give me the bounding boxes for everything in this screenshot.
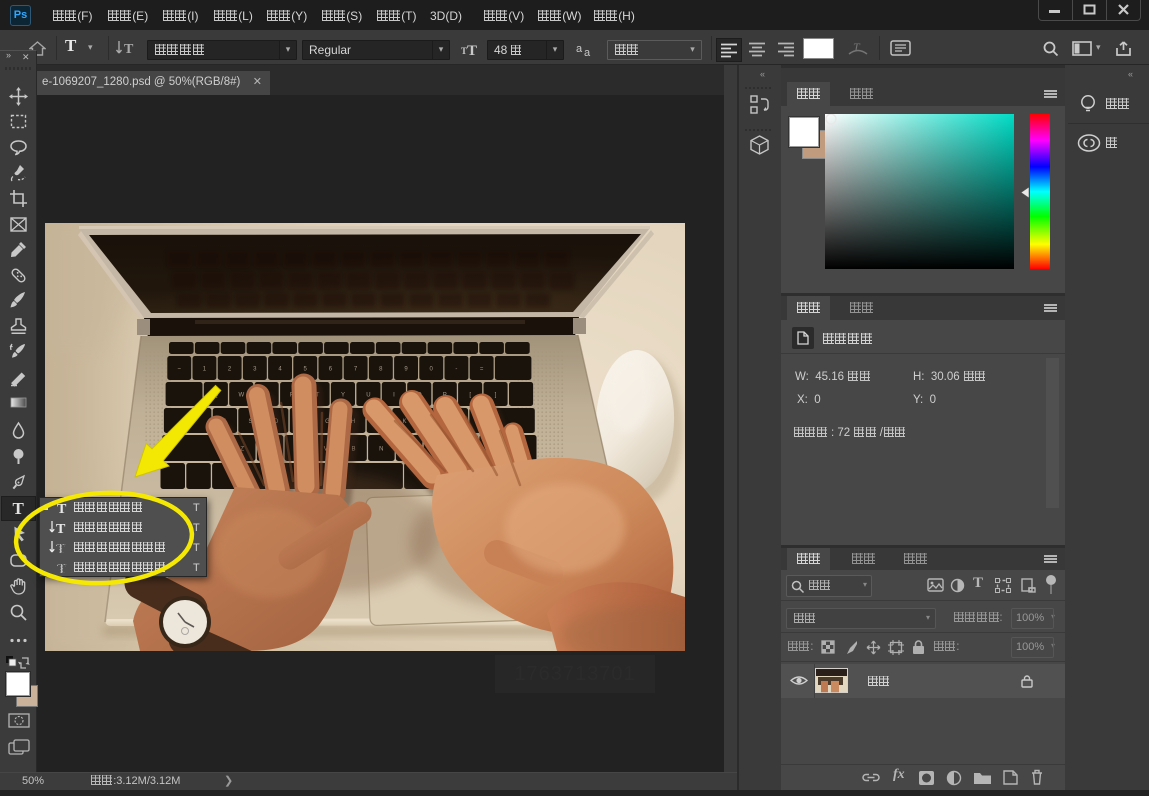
svg-text:a: a [576, 43, 583, 55]
svg-text:T: T [57, 502, 67, 515]
svg-text:T: T [57, 562, 67, 575]
svg-text:a: a [584, 47, 591, 57]
svg-text:T: T [467, 43, 477, 58]
svg-text:T: T [853, 40, 861, 54]
svg-text:T: T [124, 42, 134, 57]
svg-text:T: T [13, 499, 25, 518]
svg-text:T: T [56, 522, 66, 535]
svg-text:T: T [56, 542, 66, 555]
